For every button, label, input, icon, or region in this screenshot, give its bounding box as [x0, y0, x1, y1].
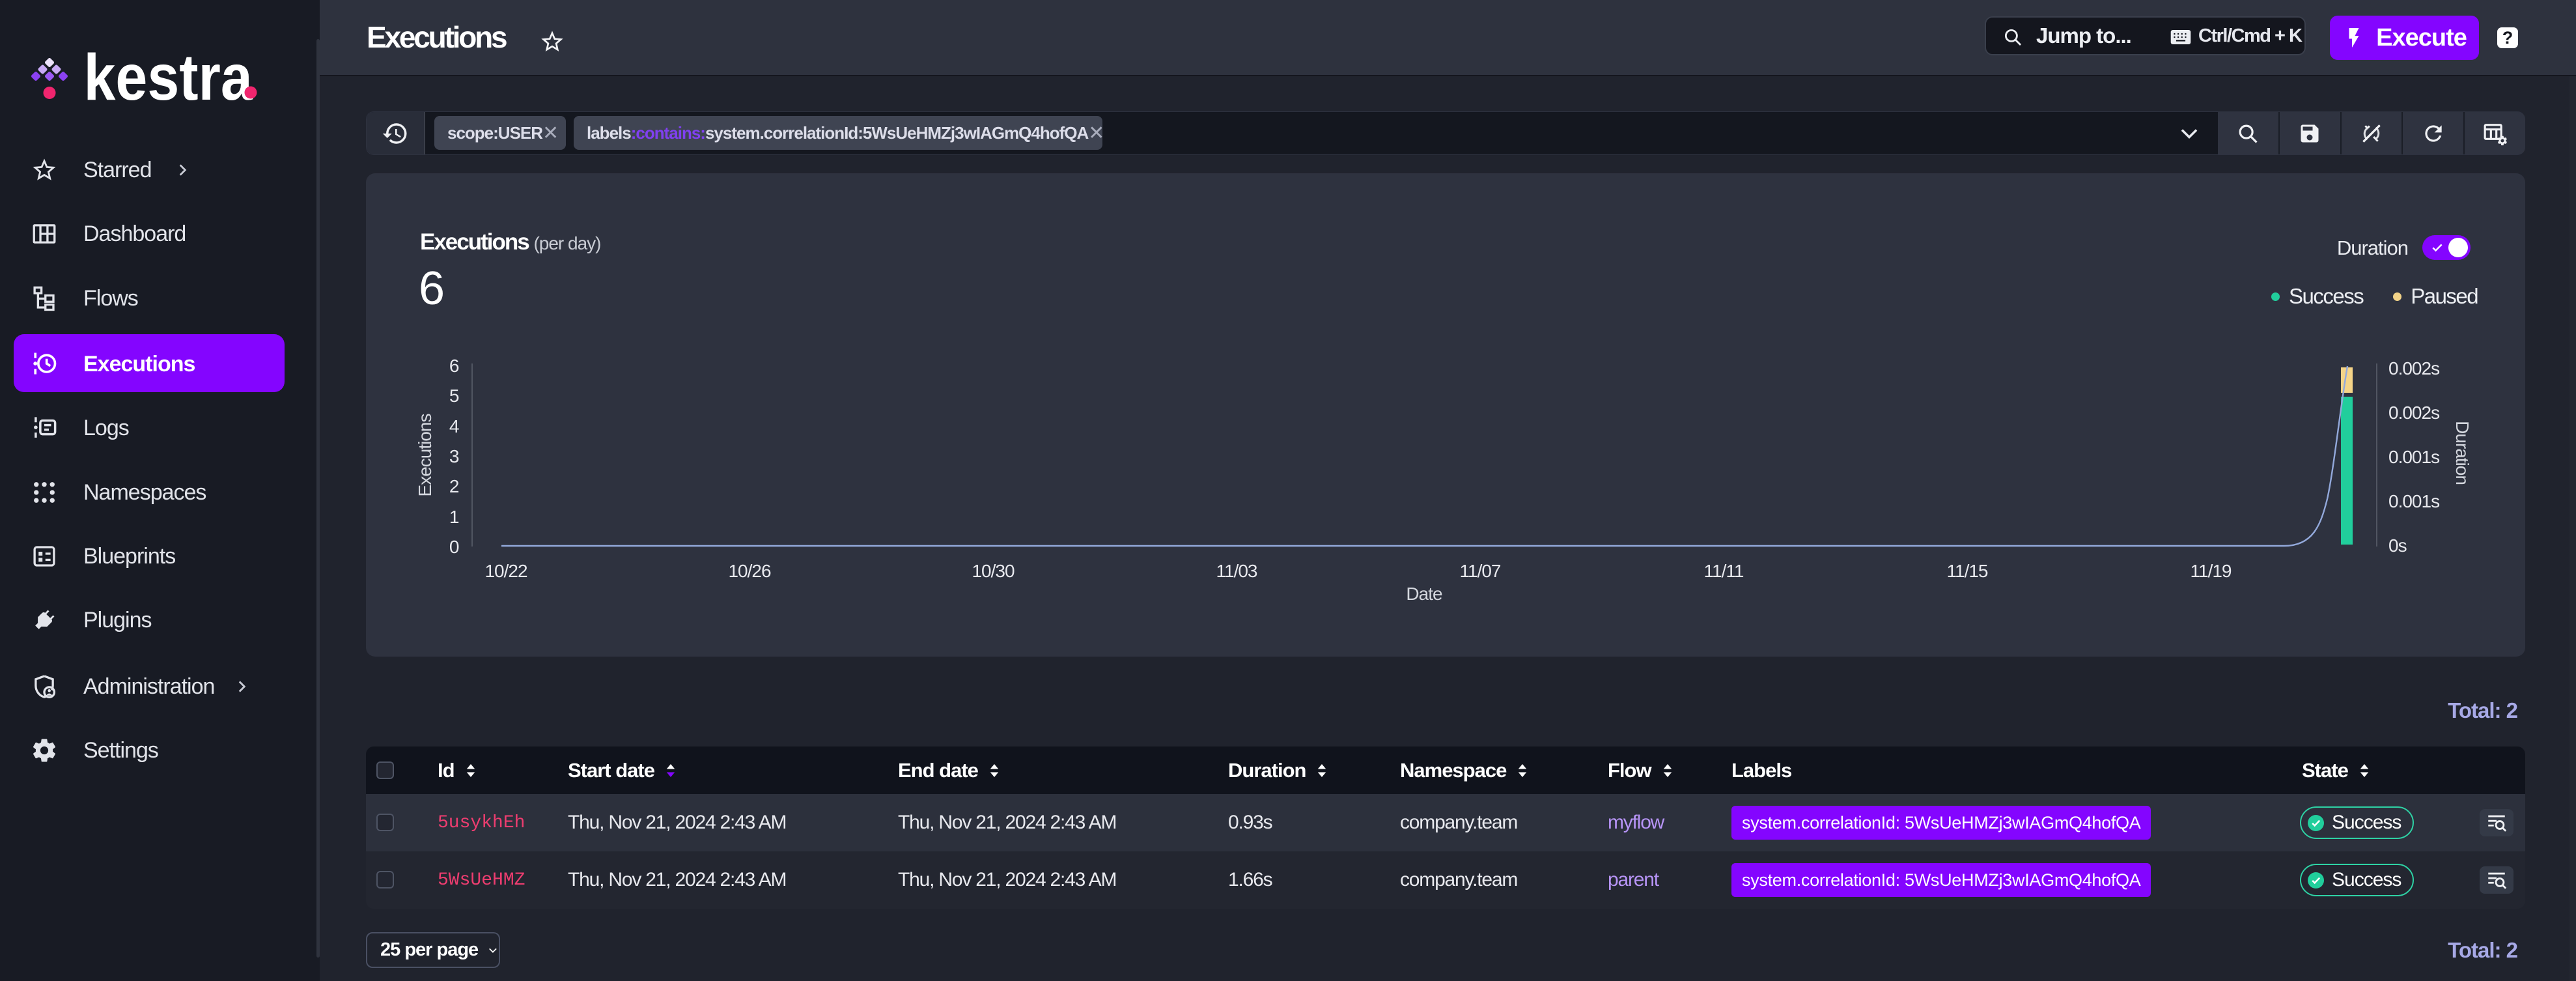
svg-text:0.002s: 0.002s: [2388, 358, 2439, 378]
svg-text:5: 5: [449, 386, 459, 406]
svg-text:11/11: 11/11: [1704, 561, 1744, 581]
svg-text:Executions: Executions: [415, 414, 435, 497]
svg-text:3: 3: [449, 446, 459, 466]
svg-text:kestra: kestra: [83, 41, 253, 113]
svg-text:Date: Date: [1406, 584, 1442, 604]
svg-text:1: 1: [449, 507, 459, 527]
svg-text:11/19: 11/19: [2191, 561, 2232, 581]
svg-text:11/07: 11/07: [1460, 561, 1501, 581]
svg-text:0s: 0s: [2388, 535, 2407, 556]
svg-text:Duration: Duration: [2452, 421, 2472, 485]
svg-text:2: 2: [449, 476, 459, 496]
svg-text:6: 6: [449, 356, 459, 376]
svg-text:0.001s: 0.001s: [2388, 447, 2439, 467]
svg-text:10/30: 10/30: [972, 561, 1014, 581]
svg-text:4: 4: [449, 416, 459, 436]
svg-text:0: 0: [449, 537, 459, 557]
svg-text:0.002s: 0.002s: [2388, 403, 2439, 423]
svg-text:0.001s: 0.001s: [2388, 491, 2439, 511]
svg-text:11/03: 11/03: [1216, 561, 1257, 581]
svg-text:10/26: 10/26: [728, 561, 770, 581]
svg-text:10/22: 10/22: [484, 561, 527, 581]
svg-text:11/15: 11/15: [1947, 561, 1988, 581]
